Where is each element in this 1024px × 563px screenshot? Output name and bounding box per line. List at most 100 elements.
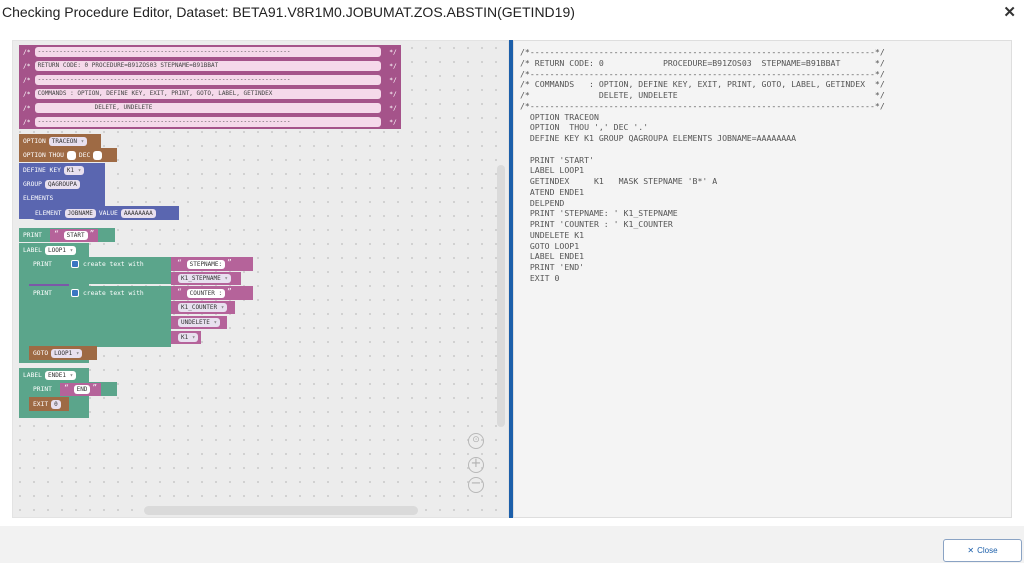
print-counter-block[interactable]: PRINT create text with bbox=[29, 286, 171, 347]
comment-field[interactable]: COMMANDS : OPTION, DEFINE KEY, EXIT, PRI… bbox=[34, 89, 381, 99]
text-literal[interactable]: “ START ” bbox=[49, 228, 99, 242]
comment-field[interactable]: ----------------------------------------… bbox=[34, 47, 381, 57]
comment-row: /* --------------------------------------… bbox=[19, 73, 401, 87]
print-end-block[interactable]: PRINT “ END ” bbox=[29, 382, 117, 396]
option-keyword: OPTION bbox=[23, 151, 46, 159]
comment-field[interactable]: ----------------------------------------… bbox=[34, 75, 381, 85]
goto-block[interactable]: GOTO LOOP1 bbox=[29, 346, 97, 360]
blockly-workspace[interactable]: /* --------------------------------------… bbox=[12, 40, 509, 518]
comment-close: */ bbox=[389, 118, 397, 126]
window-title: Checking Procedure Editor, Dataset: BETA… bbox=[2, 4, 575, 20]
comment-open: /* bbox=[23, 48, 31, 56]
dec-keyword: DEC bbox=[78, 151, 91, 159]
group-input[interactable]: QAGROUPA bbox=[44, 179, 80, 189]
text-input[interactable]: STEPNAME: bbox=[186, 259, 226, 269]
option-traceon-block[interactable]: OPTION TRACEON bbox=[19, 134, 101, 148]
comment-field[interactable]: ----------------------------------------… bbox=[34, 117, 381, 127]
print-keyword: PRINT bbox=[23, 231, 42, 239]
print-stepname-block[interactable]: PRINT create text with bbox=[29, 257, 171, 284]
option-keyword: OPTION bbox=[23, 137, 46, 145]
quote-close-icon: ” bbox=[227, 288, 232, 298]
comment-field[interactable]: RETURN CODE: 0 PROCEDURE=B91ZOS03 STEPNA… bbox=[34, 61, 381, 71]
text-input[interactable]: START bbox=[63, 230, 88, 240]
elements-keyword: ELEMENTS bbox=[23, 194, 54, 202]
define-key-dropdown[interactable]: K1 bbox=[63, 165, 85, 175]
comment-close: */ bbox=[389, 90, 397, 98]
zoom-out-icon[interactable]: − bbox=[468, 477, 484, 493]
exit-block[interactable]: EXIT 0 bbox=[29, 397, 69, 411]
print-keyword: PRINT bbox=[33, 260, 52, 268]
thou-input[interactable] bbox=[66, 150, 76, 160]
zoom-in-icon[interactable]: + bbox=[468, 457, 484, 473]
label-row: LABEL ENDE1 bbox=[19, 368, 89, 382]
exit-keyword: EXIT bbox=[33, 400, 49, 408]
variable-block[interactable]: K1 bbox=[171, 331, 201, 344]
print-stepname-row: PRINT create text with bbox=[29, 257, 171, 271]
element-block[interactable]: ELEMENT JOBNAME VALUE AAAAAAAA bbox=[31, 206, 179, 220]
print-keyword: PRINT bbox=[33, 385, 52, 393]
dec-input[interactable] bbox=[93, 150, 103, 160]
element-keyword: ELEMENT bbox=[35, 209, 62, 217]
comment-row: /* COMMANDS : OPTION, DEFINE KEY, EXIT, P… bbox=[19, 87, 401, 101]
quote-close-icon: ” bbox=[89, 230, 95, 240]
comment-close: */ bbox=[389, 76, 397, 84]
variable-dropdown[interactable]: K1_STEPNAME bbox=[178, 274, 231, 283]
variable-block[interactable]: UNDELETE bbox=[171, 316, 227, 329]
variable-dropdown[interactable]: K1 bbox=[178, 333, 199, 342]
text-input[interactable]: COUNTER : bbox=[186, 288, 226, 298]
create-text-label: create text with bbox=[83, 289, 144, 297]
print-start-block[interactable]: PRINT “ START ” bbox=[19, 228, 115, 242]
close-icon[interactable]: ✕ bbox=[1003, 3, 1016, 21]
element-input[interactable]: JOBNAME bbox=[64, 208, 96, 218]
text-input[interactable]: END bbox=[73, 384, 91, 394]
close-button-label: Close bbox=[977, 546, 998, 555]
horizontal-scrollbar[interactable] bbox=[144, 506, 418, 515]
variable-dropdown[interactable]: K1_COUNTER bbox=[178, 303, 228, 312]
comment-row: /* RETURN CODE: 0 PROCEDURE=B91ZOS03 STEP… bbox=[19, 59, 401, 73]
label-dropdown[interactable]: LOOP1 bbox=[44, 245, 77, 255]
title-bar: Checking Procedure Editor, Dataset: BETA… bbox=[0, 0, 1024, 28]
label-keyword: LABEL bbox=[23, 246, 42, 254]
variable-block[interactable]: K1_STEPNAME bbox=[171, 272, 241, 285]
comment-row: /* --------------------------------------… bbox=[19, 115, 401, 129]
label-row: LABEL LOOP1 bbox=[19, 243, 89, 257]
value-input[interactable]: AAAAAAAA bbox=[120, 208, 156, 218]
exit-input[interactable]: 0 bbox=[51, 399, 61, 409]
comment-open: /* bbox=[23, 62, 31, 70]
label-dropdown[interactable]: ENDE1 bbox=[44, 370, 77, 380]
quote-close-icon: ” bbox=[227, 259, 232, 269]
close-icon: ✕ bbox=[967, 546, 975, 555]
comment-close: */ bbox=[389, 62, 397, 70]
elements-row: ELEMENTS bbox=[19, 191, 105, 205]
text-literal[interactable]: “ END ” bbox=[59, 382, 102, 396]
dialog-footer bbox=[0, 526, 1024, 563]
option-thou-block[interactable]: OPTION THOU DEC bbox=[19, 148, 117, 162]
vertical-scrollbar[interactable] bbox=[497, 165, 505, 427]
gear-icon[interactable] bbox=[71, 289, 79, 297]
comment-open: /* bbox=[23, 104, 31, 112]
text-literal[interactable]: “ STEPNAME: ” bbox=[171, 257, 253, 271]
define-key-row: DEFINE KEY K1 bbox=[19, 163, 105, 177]
comment-open: /* bbox=[23, 118, 31, 126]
group-keyword: GROUP bbox=[23, 180, 42, 188]
variable-block[interactable]: K1_COUNTER bbox=[171, 301, 235, 314]
goto-dropdown[interactable]: LOOP1 bbox=[51, 348, 83, 358]
thou-keyword: THOU bbox=[48, 151, 64, 159]
close-button[interactable]: ✕ Close bbox=[943, 539, 1022, 562]
print-counter-row: PRINT create text with bbox=[29, 286, 171, 300]
print-keyword: PRINT bbox=[33, 289, 52, 297]
label-keyword: LABEL bbox=[23, 371, 42, 379]
code-preview-pane: /*--------------------------------------… bbox=[513, 40, 1012, 518]
comment-open: /* bbox=[23, 90, 31, 98]
quote-open-icon: “ bbox=[53, 230, 59, 240]
quote-close-icon: ” bbox=[92, 384, 98, 394]
comment-field[interactable]: DELETE, UNDELETE bbox=[34, 103, 381, 113]
create-text-label: create text with bbox=[83, 260, 144, 268]
recenter-icon[interactable]: ⊙ bbox=[468, 433, 484, 449]
text-literal[interactable]: “ COUNTER : ” bbox=[171, 286, 253, 300]
comment-block[interactable]: /* --------------------------------------… bbox=[19, 45, 401, 129]
gear-icon[interactable] bbox=[71, 260, 79, 268]
option-value-dropdown[interactable]: TRACEON bbox=[48, 136, 88, 146]
define-keyword: DEFINE KEY bbox=[23, 166, 61, 174]
variable-dropdown[interactable]: UNDELETE bbox=[178, 318, 221, 327]
